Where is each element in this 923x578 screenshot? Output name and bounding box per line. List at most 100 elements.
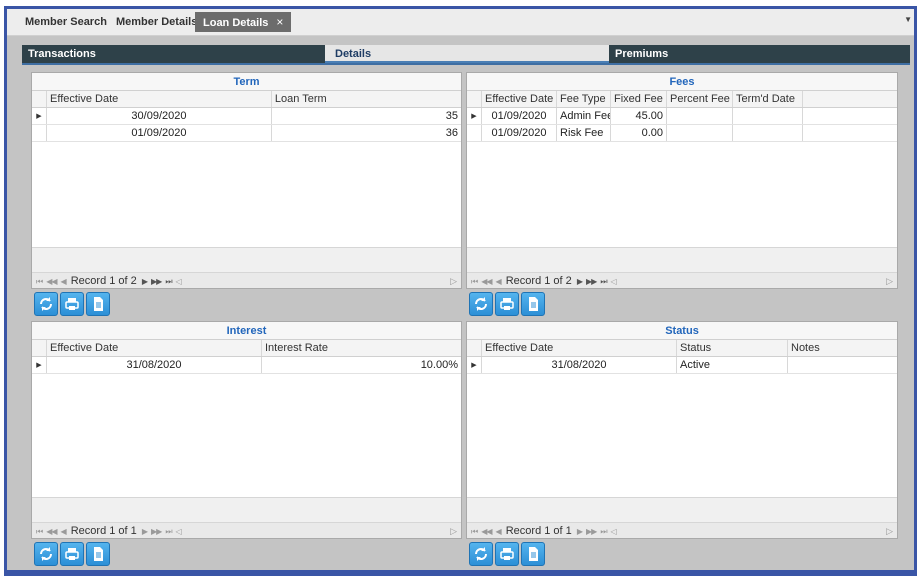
table-cell[interactable]: 01/09/2020 bbox=[482, 125, 557, 141]
first-record-icon[interactable]: ⏮ bbox=[471, 527, 478, 536]
scroll-left-icon[interactable]: ◁ bbox=[176, 277, 182, 286]
tab-transactions[interactable]: Transactions bbox=[22, 45, 325, 63]
column-header[interactable]: Status bbox=[677, 340, 788, 356]
table-cell[interactable] bbox=[667, 125, 733, 141]
print-button[interactable] bbox=[60, 542, 84, 566]
print-button[interactable] bbox=[495, 542, 519, 566]
export-button[interactable] bbox=[86, 292, 110, 316]
table-cell[interactable]: Admin Fee bbox=[557, 108, 611, 124]
table-cell[interactable]: Risk Fee bbox=[557, 125, 611, 141]
column-header[interactable]: Fixed Fee bbox=[611, 91, 667, 107]
scroll-right-icon[interactable]: ▷ bbox=[450, 523, 457, 539]
section-tab-underline bbox=[22, 63, 910, 65]
export-button[interactable] bbox=[521, 542, 545, 566]
scroll-left-icon[interactable]: ◁ bbox=[611, 277, 617, 286]
column-header[interactable]: Interest Rate bbox=[262, 340, 461, 356]
table-cell[interactable]: 30/09/2020 bbox=[47, 108, 272, 124]
column-header[interactable]: Fee Type bbox=[557, 91, 611, 107]
prev-page-icon[interactable]: ◀◀ bbox=[46, 527, 57, 536]
prev-record-icon[interactable]: ◀ bbox=[61, 277, 67, 286]
table-row[interactable]: ▶ 30/09/2020 35 bbox=[32, 108, 461, 125]
tab-details[interactable]: Details bbox=[325, 45, 609, 63]
next-page-icon[interactable]: ▶▶ bbox=[586, 527, 597, 536]
table-cell[interactable]: 01/09/2020 bbox=[482, 108, 557, 124]
table-cell[interactable]: 36 bbox=[272, 125, 461, 141]
prev-page-icon[interactable]: ◀◀ bbox=[46, 277, 57, 286]
scroll-right-icon[interactable]: ▷ bbox=[886, 273, 893, 289]
table-cell[interactable] bbox=[788, 357, 897, 373]
table-row[interactable]: ▶ 31/08/2020 10.00% bbox=[32, 357, 461, 374]
prev-page-icon[interactable]: ◀◀ bbox=[481, 527, 492, 536]
column-header[interactable]: Effective Date bbox=[47, 340, 262, 356]
first-record-icon[interactable]: ⏮ bbox=[471, 277, 478, 286]
panel-title: Term bbox=[32, 73, 461, 91]
table-row[interactable]: 01/09/2020 Risk Fee 0.00 bbox=[467, 125, 897, 142]
tab-member-details[interactable]: Member Details bbox=[108, 12, 205, 32]
refresh-button[interactable] bbox=[469, 292, 493, 316]
column-header[interactable]: Notes bbox=[788, 340, 897, 356]
column-header[interactable]: Percent Fee bbox=[667, 91, 733, 107]
close-icon[interactable]: × bbox=[276, 15, 283, 29]
tab-member-search[interactable]: Member Search bbox=[17, 12, 115, 32]
column-header[interactable]: Loan Term bbox=[272, 91, 461, 107]
table-row[interactable]: ▶ 01/09/2020 Admin Fee 45.00 bbox=[467, 108, 897, 125]
table-cell[interactable] bbox=[733, 108, 803, 124]
next-record-icon[interactable]: ▶ bbox=[577, 277, 583, 286]
column-header[interactable]: Effective Date bbox=[482, 340, 677, 356]
export-button[interactable] bbox=[86, 542, 110, 566]
print-button[interactable] bbox=[495, 292, 519, 316]
column-header[interactable]: Term'd Date bbox=[733, 91, 803, 107]
tab-loan-details[interactable]: Loan Details × bbox=[195, 12, 292, 32]
export-button[interactable] bbox=[521, 292, 545, 316]
column-header[interactable]: Effective Date bbox=[47, 91, 272, 107]
table-cell[interactable]: 35 bbox=[272, 108, 461, 124]
scroll-right-icon[interactable]: ▷ bbox=[886, 523, 893, 539]
table-cell[interactable]: Active bbox=[677, 357, 788, 373]
first-record-icon[interactable]: ⏮ bbox=[36, 527, 43, 536]
table-cell[interactable]: 31/08/2020 bbox=[47, 357, 262, 373]
next-record-icon[interactable]: ▶ bbox=[142, 277, 148, 286]
record-navigator: ⏮ ◀◀ ◀ Record 1 of 2 ▶ ▶▶ ⏭ ◁ ▷ bbox=[32, 272, 461, 288]
table-cell[interactable]: 0.00 bbox=[611, 125, 667, 141]
last-record-icon[interactable]: ⏭ bbox=[600, 277, 607, 286]
print-icon bbox=[500, 298, 514, 310]
panel-title: Fees bbox=[467, 73, 897, 91]
next-page-icon[interactable]: ▶▶ bbox=[151, 527, 162, 536]
last-record-icon[interactable]: ⏭ bbox=[165, 527, 172, 536]
refresh-icon bbox=[40, 547, 52, 561]
panel-title: Status bbox=[467, 322, 897, 340]
table-row[interactable]: ▶ 31/08/2020 Active bbox=[467, 357, 897, 374]
term-actions bbox=[34, 292, 110, 316]
table-cell[interactable]: 10.00% bbox=[262, 357, 461, 373]
tab-dropdown-icon[interactable]: ▼ bbox=[904, 15, 912, 24]
prev-record-icon[interactable]: ◀ bbox=[496, 277, 502, 286]
table-cell[interactable]: 31/08/2020 bbox=[482, 357, 677, 373]
prev-record-icon[interactable]: ◀ bbox=[496, 527, 502, 536]
last-record-icon[interactable]: ⏭ bbox=[600, 527, 607, 536]
document-icon bbox=[529, 547, 538, 561]
refresh-button[interactable] bbox=[469, 542, 493, 566]
prev-record-icon[interactable]: ◀ bbox=[61, 527, 67, 536]
refresh-button[interactable] bbox=[34, 292, 58, 316]
next-page-icon[interactable]: ▶▶ bbox=[151, 277, 162, 286]
prev-page-icon[interactable]: ◀◀ bbox=[481, 277, 492, 286]
next-record-icon[interactable]: ▶ bbox=[142, 527, 148, 536]
scroll-right-icon[interactable]: ▷ bbox=[450, 273, 457, 289]
table-cell[interactable]: 01/09/2020 bbox=[47, 125, 272, 141]
next-record-icon[interactable]: ▶ bbox=[577, 527, 583, 536]
tab-premiums[interactable]: Premiums bbox=[609, 45, 910, 63]
scroll-left-icon[interactable]: ◁ bbox=[176, 527, 182, 536]
print-button[interactable] bbox=[60, 292, 84, 316]
table-row[interactable]: 01/09/2020 36 bbox=[32, 125, 461, 142]
scroll-left-icon[interactable]: ◁ bbox=[611, 527, 617, 536]
next-page-icon[interactable]: ▶▶ bbox=[586, 277, 597, 286]
table-cell[interactable]: 45.00 bbox=[611, 108, 667, 124]
current-row-icon: ▶ bbox=[467, 357, 482, 373]
document-icon bbox=[94, 547, 103, 561]
column-header[interactable]: Effective Date bbox=[482, 91, 557, 107]
table-cell[interactable] bbox=[667, 108, 733, 124]
refresh-button[interactable] bbox=[34, 542, 58, 566]
table-cell[interactable] bbox=[733, 125, 803, 141]
last-record-icon[interactable]: ⏭ bbox=[165, 277, 172, 286]
first-record-icon[interactable]: ⏮ bbox=[36, 277, 43, 286]
